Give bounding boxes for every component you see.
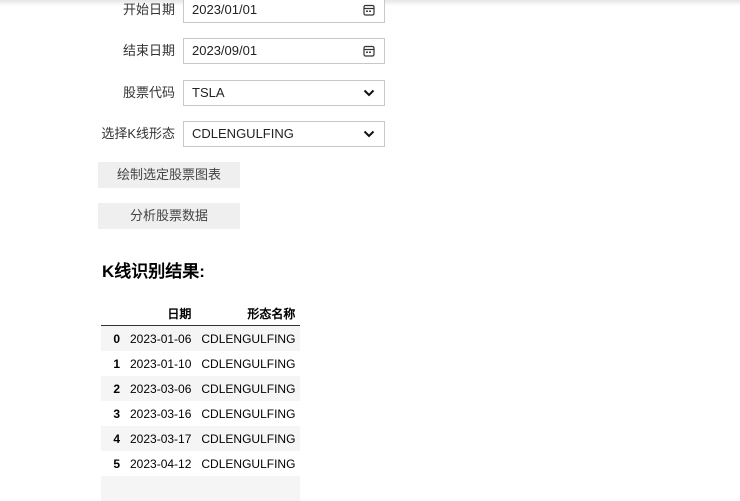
row-pattern: CDLENGULFING [196, 426, 301, 451]
row-date: 2023-03-17 [125, 426, 197, 451]
row-pattern: CDLENGULFING [196, 325, 301, 351]
row-pattern [196, 476, 301, 501]
table-row: 1 2023-01-10 CDLENGULFING [101, 351, 300, 376]
start-date-row: 开始日期 2023/01/01 [0, 0, 400, 23]
row-date: 2023-01-10 [130, 356, 192, 371]
end-date-input[interactable]: 2023/09/01 [183, 38, 385, 64]
column-header-index [101, 301, 125, 326]
row-index: 3 [113, 406, 120, 421]
row-index [101, 476, 125, 501]
row-date: 2023-03-16 [130, 406, 192, 421]
start-date-value: 2023/01/01 [192, 2, 258, 17]
row-date: 2023-01-06 [125, 325, 197, 351]
table-header: 日期 形态名称 [101, 301, 301, 326]
table-row-partial [101, 476, 301, 501]
chevron-down-icon [363, 89, 375, 97]
column-header-date: 日期 [125, 301, 197, 326]
table-row: 0 2023-01-06 CDLENGULFING [101, 325, 301, 351]
start-date-input[interactable]: 2023/01/01 [183, 0, 385, 23]
results-title: K线识别结果: [102, 262, 205, 281]
pattern-row: 选择K线形态 CDLENGULFING [0, 121, 400, 147]
chevron-down-icon [363, 130, 375, 138]
table-row: 3 2023-03-16 CDLENGULFING [101, 401, 300, 426]
row-pattern: CDLENGULFING [201, 456, 296, 471]
table-row: 4 2023-03-17 CDLENGULFING [101, 426, 301, 451]
row-index: 4 [101, 426, 125, 451]
calendar-icon[interactable] [363, 4, 375, 16]
end-date-row: 结束日期 2023/09/01 [0, 38, 400, 64]
pattern-label: 选择K线形态 [101, 126, 175, 141]
table-row: 5 2023-04-12 CDLENGULFING [101, 451, 300, 476]
row-date [125, 476, 197, 501]
plot-chart-button[interactable]: 绘制选定股票图表 [98, 162, 240, 188]
start-date-label: 开始日期 [122, 2, 175, 17]
stock-code-row: 股票代码 TSLA [0, 80, 400, 106]
row-date: 2023-03-06 [125, 376, 197, 401]
row-pattern: CDLENGULFING [201, 356, 296, 371]
row-pattern: CDLENGULFING [201, 406, 296, 421]
row-pattern: CDLENGULFING [196, 376, 301, 401]
stock-code-select[interactable]: TSLA [183, 80, 385, 106]
calendar-icon[interactable] [363, 45, 375, 57]
row-index: 2 [101, 376, 125, 401]
row-index: 5 [113, 456, 120, 471]
row-index: 0 [101, 325, 125, 351]
column-header-pattern: 形态名称 [196, 301, 301, 326]
pattern-value: CDLENGULFING [192, 126, 294, 141]
row-index: 1 [113, 356, 120, 371]
end-date-value: 2023/09/01 [192, 43, 258, 58]
row-date: 2023-04-12 [130, 456, 192, 471]
table-row: 2 2023-03-06 CDLENGULFING [101, 376, 301, 401]
stock-code-label: 股票代码 [122, 85, 175, 100]
results-table: 日期 形态名称 0 2023-01-06 CDLENGULFING 1 2023-01… [101, 301, 301, 501]
pattern-select[interactable]: CDLENGULFING [183, 121, 385, 147]
analyze-data-button[interactable]: 分析股票数据 [98, 203, 240, 229]
stock-code-value: TSLA [192, 85, 225, 100]
end-date-label: 结束日期 [122, 43, 175, 58]
